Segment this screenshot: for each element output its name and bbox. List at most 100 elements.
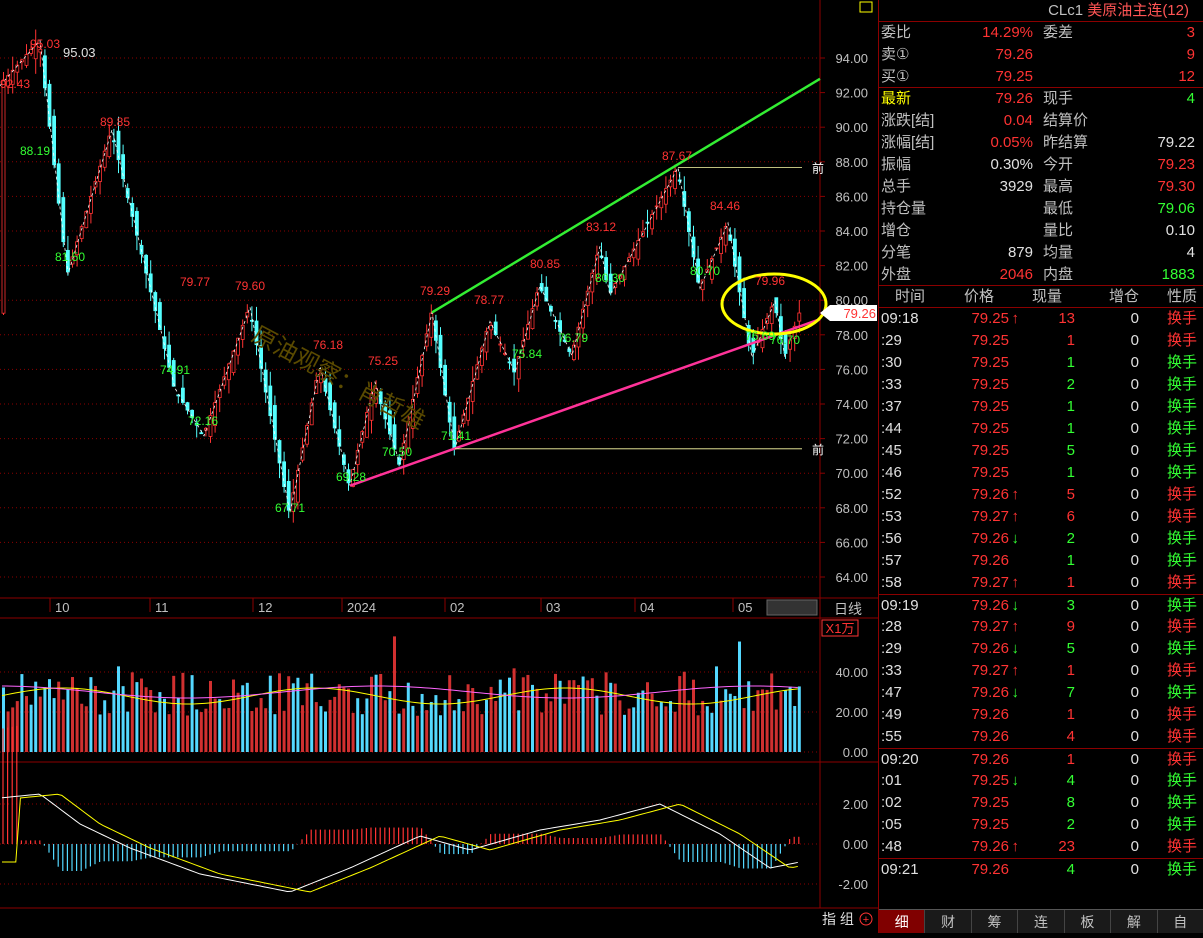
price-axis-label: 84.00 (835, 224, 868, 239)
volume-bar (581, 676, 585, 752)
candle-body (429, 312, 434, 338)
tick-volume: 1 (1066, 706, 1075, 723)
volume-bar (655, 706, 659, 752)
tick-row: :33 79.25 2 0 换手 (879, 374, 1203, 396)
quote-value: 79.06 (1157, 200, 1195, 217)
quote-label: 外盘 (881, 266, 912, 283)
volume-bar (623, 714, 626, 752)
quote-label: 增仓 (881, 222, 912, 239)
tick-time: :37 (881, 398, 902, 415)
volume-bar (503, 692, 507, 752)
kline-chart[interactable]: 94.0092.0090.0088.0086.0084.0082.0080.00… (0, 0, 878, 933)
volume-bar (167, 714, 171, 752)
volume-bar (52, 698, 56, 752)
tick-row: :05 79.25 2 0 换手 (879, 814, 1203, 836)
tick-time: :56 (881, 530, 902, 547)
tick-price: 79.25 (971, 398, 1009, 415)
kline-chart-panel[interactable]: 94.00 92.00 90.00 88.00 86.00 84.00 82.00 80.00… (0, 0, 878, 933)
price-axis-label: 72.00 (835, 432, 868, 447)
volume-bar (186, 715, 189, 752)
tick-arrow-icon: ↑ (1011, 662, 1020, 679)
tick-row: :56 79.26 ↓ 2 0 换手 (879, 528, 1203, 550)
x-axis-label: 05 (738, 600, 752, 615)
volume-bar (512, 668, 516, 752)
ticks-list[interactable]: 09:18 79.25 ↑ 13 0 换手:29 79.25 1 0 换手:30 79.25 1 0 换手… (879, 308, 1203, 880)
tick-type: 换手 (1166, 486, 1197, 503)
price-axis-label: 68.00 (835, 501, 868, 516)
quote-cell: 增仓 (879, 220, 1041, 242)
tick-price: 79.27 ↑ (939, 572, 1019, 594)
tick-price: 79.25 (971, 816, 1009, 833)
candle-body (673, 171, 677, 189)
volume-bar (742, 708, 746, 752)
candle-body (723, 226, 728, 246)
tab-0[interactable]: 细 (879, 910, 926, 933)
vol-unit-label: X1万 (826, 621, 855, 636)
tick-row: :29 79.25 1 0 换手 (879, 330, 1203, 352)
candle-body (438, 334, 443, 369)
volume-bar (687, 700, 691, 752)
volume-bar (761, 689, 764, 752)
quote-value: 2046 (999, 266, 1033, 283)
tick-type: 换手 (1166, 684, 1197, 701)
candle-body (1, 80, 6, 314)
price-axis-label: 76.00 (835, 362, 868, 377)
candle-body (636, 240, 641, 260)
tick-time: :30 (881, 354, 902, 371)
x-axis-label: 11 (155, 600, 169, 615)
price-annotation: 87.67 (662, 149, 692, 163)
tick-arrow-icon: ↓ (1011, 684, 1020, 701)
volume-bar (328, 699, 332, 752)
tick-volume: 1 (1066, 420, 1075, 437)
volume-bar (365, 698, 369, 752)
price-annotation: 75.84 (512, 347, 542, 361)
price-annotation: 95.03 (63, 45, 96, 60)
volume-bar (310, 673, 314, 752)
tick-oi: 0 (1130, 728, 1139, 745)
tick-volume: 1 (1066, 354, 1075, 371)
window-icon[interactable] (859, 1, 873, 13)
tick-volume: 4 (1066, 861, 1075, 878)
volume-bar (521, 677, 525, 752)
price-annotation: 88.19 (20, 144, 50, 158)
volume-bar (61, 699, 65, 752)
price-axis-label: 74.00 (835, 397, 868, 412)
tick-price: 79.26 (971, 751, 1009, 768)
volume-bar (107, 713, 111, 752)
volume-bar (715, 666, 718, 752)
tick-time: 09:19 (881, 597, 919, 614)
col-volume: 现量 (1031, 288, 1062, 305)
volume-bar (577, 684, 580, 752)
quote-cell: 今开 79.23 (1041, 154, 1203, 176)
volume-bar (236, 692, 240, 752)
tick-row: :01 79.25 ↓ 4 0 换手 (879, 770, 1203, 792)
candle-body (659, 196, 664, 209)
tab-6[interactable]: 自 (1158, 910, 1203, 933)
tab-3[interactable]: 连 (1018, 910, 1065, 933)
tick-type: 换手 (1166, 816, 1197, 833)
price-annotation: 72.16 (188, 414, 218, 428)
price-annotation: 80.85 (530, 257, 560, 271)
quote-value: 79.25 (995, 68, 1033, 85)
tab-4[interactable]: 板 (1065, 910, 1112, 933)
quote-cell: 结算价 (1041, 110, 1203, 132)
scrollbar[interactable] (766, 599, 818, 616)
candle-body (199, 432, 204, 435)
tick-oi: 0 (1130, 662, 1139, 679)
price-annotation: 76.79 (558, 331, 588, 345)
tab-5[interactable]: 解 (1111, 910, 1158, 933)
volume-bar (393, 636, 396, 752)
volume-bar (25, 696, 28, 752)
tab-1[interactable]: 财 (925, 910, 972, 933)
tick-oi: 0 (1130, 838, 1139, 855)
tab-2[interactable]: 筹 (972, 910, 1019, 933)
volume-bar (291, 683, 295, 752)
quote-label: 最新 (881, 90, 912, 107)
quote-label: 总手 (881, 178, 912, 195)
volume-bar (682, 671, 686, 752)
tick-price: 79.25 (971, 354, 1009, 371)
tick-row: :49 79.26 1 0 换手 (879, 704, 1203, 726)
quote-row: 涨跌[结] 0.04 结算价 (879, 110, 1203, 132)
tick-oi: 0 (1130, 530, 1139, 547)
quote-cell: 外盘 2046 (879, 264, 1041, 285)
